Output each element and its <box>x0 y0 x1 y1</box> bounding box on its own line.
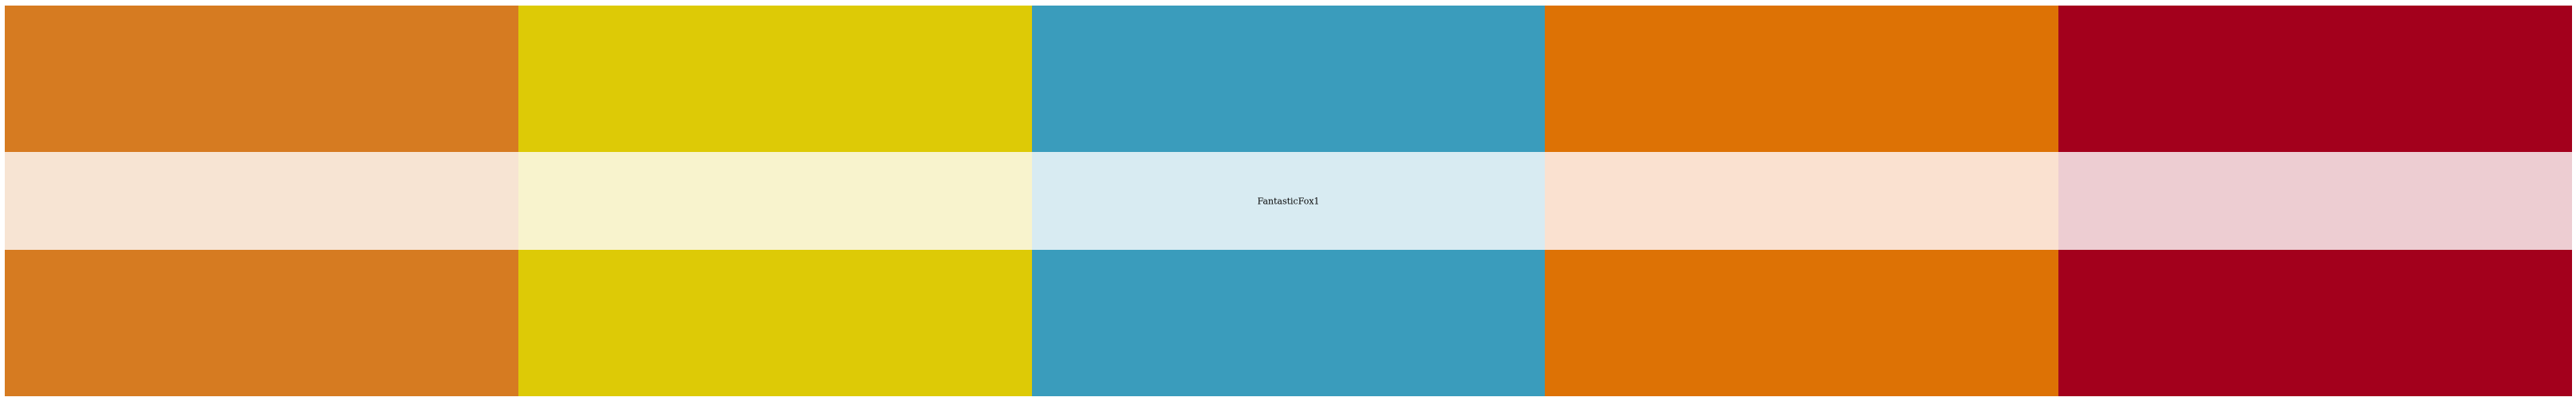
swatch-4-top <box>1545 6 2059 152</box>
swatch-1-bottom <box>5 250 518 396</box>
swatch-3-bottom <box>1031 250 1546 396</box>
swatch-2-bottom <box>518 250 1032 396</box>
palette-top-band <box>5 6 2572 152</box>
swatch-5-top <box>2058 6 2572 152</box>
palette-middle-band: FantasticFox1 <box>5 152 2572 250</box>
swatch-5-tint <box>2058 152 2572 250</box>
color-palette: FantasticFox1 <box>5 6 2572 396</box>
swatch-1-tint <box>5 152 518 250</box>
swatch-3-tint <box>1031 152 1546 250</box>
swatch-4-bottom <box>1545 250 2059 396</box>
swatch-5-bottom <box>2058 250 2572 396</box>
swatch-3-top <box>1031 6 1546 152</box>
swatch-2-top <box>518 6 1032 152</box>
palette-bottom-band <box>5 250 2572 396</box>
swatch-2-tint <box>518 152 1032 250</box>
swatch-4-tint <box>1545 152 2059 250</box>
swatch-1-top <box>5 6 518 152</box>
